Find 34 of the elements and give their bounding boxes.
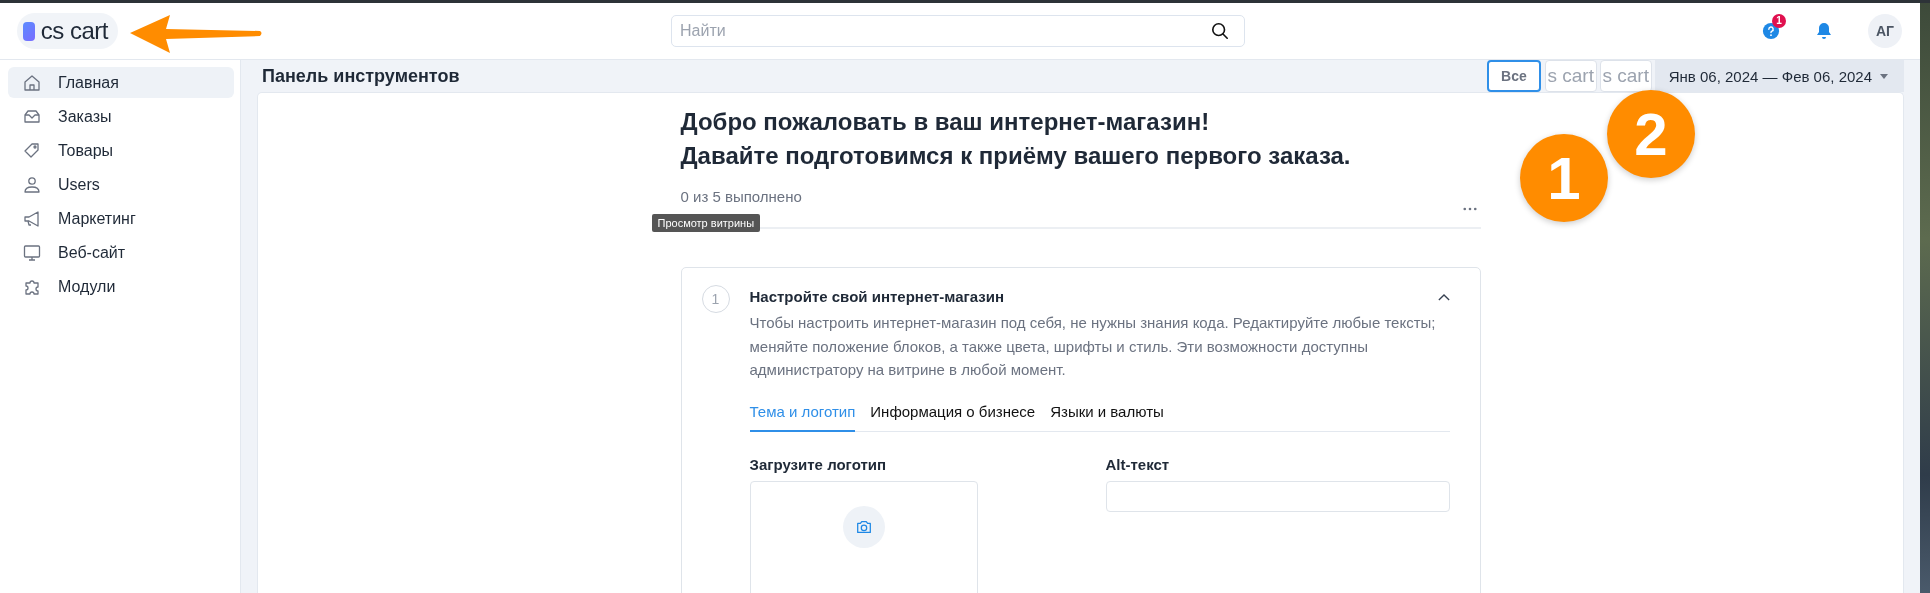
monitor-icon bbox=[22, 242, 42, 263]
tab[interactable]: Информация о бизнесе bbox=[870, 400, 1036, 431]
step-description: Чтобы настроить интернет-магазин под себя, не нужны знания кода. Редактируйте любые тексты; меняйте положение блоков, а также цвета, шрифты и стиль. Эти возможности доступны администратору на витрине в любой момент. bbox=[749, 313, 1437, 380]
search-field[interactable]: Найти bbox=[671, 15, 1245, 47]
filter-button[interactable]: Все bbox=[1487, 60, 1541, 92]
alt-text-field[interactable] bbox=[1105, 480, 1450, 512]
step-title: Настройте свой интернет-магазин bbox=[749, 287, 1005, 305]
more-icon[interactable] bbox=[1462, 207, 1477, 211]
user-icon bbox=[22, 174, 42, 195]
sidebar-item[interactable]: Главная bbox=[8, 67, 234, 98]
welcome-heading: Давайте подготовимся к приёму вашего первого заказа. bbox=[680, 141, 1352, 171]
caret-icon bbox=[1880, 73, 1888, 79]
sidebar-item[interactable]: Модули bbox=[8, 271, 234, 302]
logo[interactable]: cs cart bbox=[17, 13, 118, 49]
help-icon[interactable] bbox=[1762, 22, 1780, 40]
progress-text: 0 из 5 выполнено bbox=[680, 188, 802, 205]
sidebar-item[interactable]: Заказы bbox=[8, 101, 234, 132]
sidebar-item[interactable]: Маркетинг bbox=[8, 203, 234, 234]
tooltip: Просмотр витрины bbox=[651, 214, 761, 232]
field-label: Загрузите логотип bbox=[749, 455, 888, 473]
camera-icon bbox=[842, 505, 885, 548]
bell-icon[interactable] bbox=[1814, 21, 1834, 41]
search-icon[interactable] bbox=[1211, 22, 1229, 40]
sidebar-item[interactable]: Товары bbox=[8, 135, 234, 166]
field-label: Alt-текст bbox=[1105, 455, 1171, 473]
user-avatar[interactable]: АГ bbox=[1868, 14, 1902, 48]
notification-count: 1 bbox=[1772, 14, 1786, 28]
date-range-dropdown[interactable]: Янв 06, 2024 — Фев 06, 2024 bbox=[1654, 60, 1904, 92]
chevron-up-icon[interactable] bbox=[1437, 294, 1450, 301]
page-title: Панель инструментов bbox=[262, 65, 460, 87]
sidebar-item[interactable]: Веб-сайт bbox=[8, 237, 234, 268]
sidebar-item[interactable]: Users bbox=[8, 169, 234, 200]
welcome-heading: Добро пожаловать в ваш интернет-магазин! bbox=[680, 107, 1211, 137]
tab[interactable]: Языки и валюты bbox=[1050, 400, 1164, 431]
